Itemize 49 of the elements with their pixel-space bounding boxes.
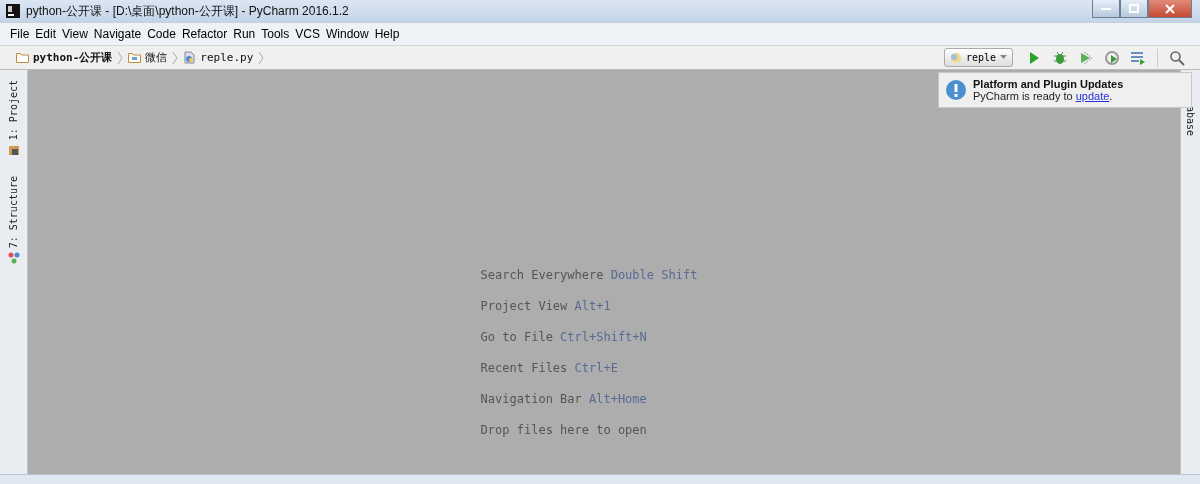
menu-item[interactable]: Window [325, 27, 369, 41]
menu-item[interactable]: View [62, 27, 88, 41]
hint-text: Search Everywhere Double Shift [480, 267, 698, 282]
profile-icon[interactable] [1104, 49, 1120, 66]
python-file-icon [183, 51, 197, 64]
info-icon [945, 79, 967, 101]
menu-item[interactable]: File [10, 27, 30, 41]
app-logo-icon [6, 4, 20, 18]
hint-text: Recent Files Ctrl+E [480, 360, 619, 375]
folder-icon [128, 52, 142, 63]
menu-item[interactable]: Edit [35, 27, 57, 41]
close-button[interactable] [1148, 0, 1192, 18]
maximize-button[interactable] [1120, 0, 1148, 18]
menu-item[interactable]: Code [147, 27, 176, 41]
menu-item[interactable]: Help [374, 27, 400, 41]
breadcrumb[interactable]: reple.py [183, 51, 254, 64]
hint-text: Navigation Bar Alt+Home [480, 391, 648, 406]
hint-text: Go to File Ctrl+Shift+N [480, 329, 648, 344]
caret-icon [1000, 55, 1007, 60]
menu-item[interactable]: VCS [295, 27, 320, 41]
coverage-icon[interactable] [1078, 49, 1094, 66]
structure-icon [7, 252, 20, 265]
search-icon[interactable] [1169, 49, 1185, 66]
close-icon [1165, 3, 1175, 14]
menu-item[interactable]: Run [233, 27, 256, 41]
list-icon[interactable] [1130, 49, 1146, 66]
bug-icon[interactable] [1052, 49, 1068, 66]
menu-item[interactable]: Tools [261, 27, 290, 41]
project-icon [7, 144, 20, 157]
breadcrumb[interactable]: 微信 [128, 50, 168, 65]
chevron-icon [172, 50, 179, 65]
hint-text: Project View Alt+1 [480, 298, 612, 313]
chevron-icon [258, 50, 265, 65]
minimize-button[interactable] [1092, 0, 1120, 18]
tool-window-tab[interactable]: 1: Project [7, 80, 20, 157]
notification-title: Platform and Plugin Updates [973, 78, 1124, 90]
menu-item[interactable]: Refactor [181, 27, 228, 41]
notification-text: PyCharm is ready to update. [973, 90, 1114, 102]
window-title: python-公开课 - [D:\桌面\python-公开课] - PyCharm 2016.1.2 [26, 2, 349, 20]
maximize-icon [1129, 4, 1139, 13]
tool-window-tab[interactable]: abase [1185, 106, 1196, 137]
menu-item[interactable]: Navigate [93, 27, 142, 41]
breadcrumb[interactable]: python-公开课 [16, 50, 113, 65]
hint-text: Drop files here to open [480, 422, 648, 437]
folder-icon [16, 52, 29, 63]
python-icon [949, 51, 962, 64]
tool-window-tab[interactable]: 7: Structure [7, 176, 20, 265]
run-configuration-dropdown[interactable]: reple [943, 48, 1013, 67]
chevron-icon [117, 50, 124, 65]
